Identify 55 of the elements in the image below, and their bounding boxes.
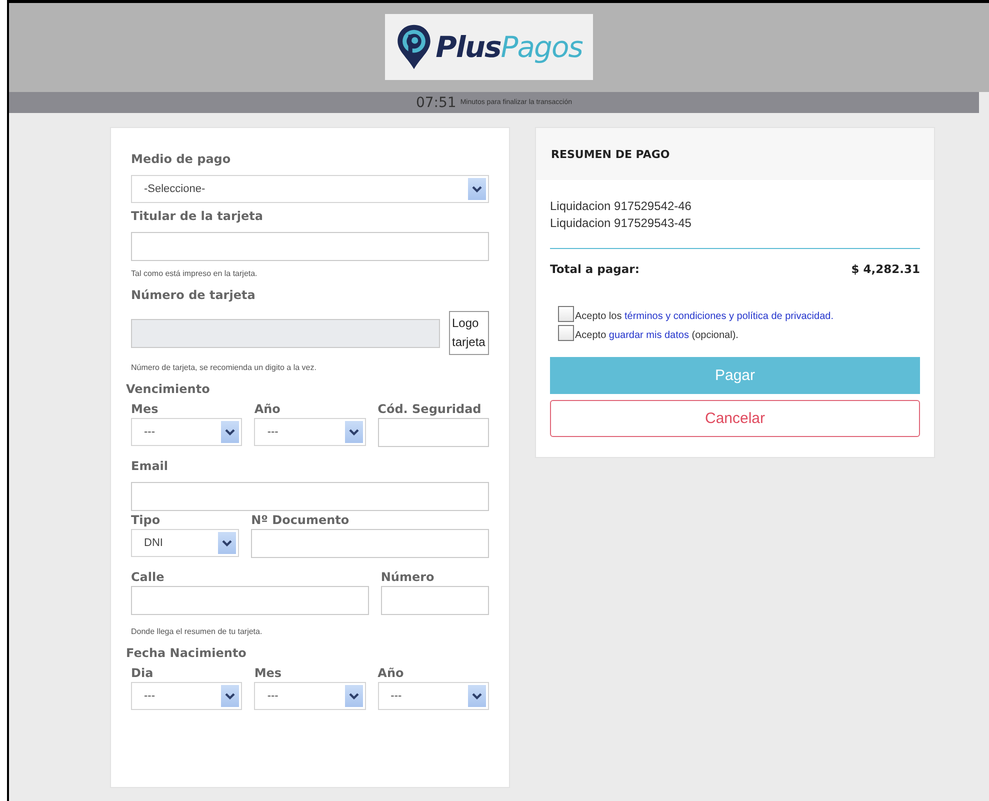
field-label: Mes bbox=[131, 402, 160, 416]
field-label: Calle bbox=[131, 570, 166, 584]
chevron-icon bbox=[224, 691, 236, 701]
field-label: Tipo bbox=[131, 513, 162, 527]
section-heading: Fecha Nacimiento bbox=[126, 646, 248, 660]
field-label: Año bbox=[254, 402, 282, 416]
field-label: Número bbox=[380, 570, 436, 584]
field-hint: Tal como está impreso en la tarjeta. bbox=[131, 269, 258, 278]
field-label: Medio de pago bbox=[131, 152, 232, 166]
field-label: Nº Documento bbox=[251, 513, 350, 527]
total-amount: $ 4,282.31 bbox=[851, 262, 920, 276]
chevron-icon bbox=[348, 691, 360, 701]
cancel-button[interactable]: Cancelar bbox=[550, 400, 920, 437]
section-heading: Vencimiento bbox=[126, 382, 211, 396]
timer: 07:51 bbox=[416, 94, 456, 110]
line-item: Liquidacion 917529542-46 bbox=[550, 198, 692, 215]
consent-text: Acepto guardar mis datos (opcional). bbox=[575, 330, 738, 341]
field-label: Año bbox=[378, 666, 405, 680]
summary-title: RESUMEN DE PAGO bbox=[551, 148, 670, 160]
consent-text: Acepto los términos y condiciones y política de privacidad. bbox=[575, 311, 834, 322]
input-field[interactable] bbox=[251, 529, 489, 558]
select-field[interactable]: --- bbox=[378, 682, 489, 710]
line-item: Liquidacion 917529543-45 bbox=[550, 215, 692, 232]
chevron-icon bbox=[348, 427, 360, 437]
field-label: Mes bbox=[254, 666, 283, 680]
checkbox[interactable] bbox=[558, 325, 574, 341]
select-field[interactable]: --- bbox=[254, 418, 366, 446]
field-label: Titular de la tarjeta bbox=[131, 209, 264, 223]
pin-icon bbox=[396, 23, 432, 71]
field-label: Número de tarjeta bbox=[131, 288, 256, 302]
field-hint: Número de tarjeta, se recomienda un digito a la vez. bbox=[131, 363, 318, 372]
select-field[interactable]: --- bbox=[131, 682, 242, 710]
chevron-icon bbox=[224, 427, 236, 437]
select-field[interactable]: --- bbox=[254, 682, 366, 710]
input-field[interactable] bbox=[380, 586, 489, 615]
link[interactable]: términos y condiciones y política de privacidad. bbox=[624, 311, 834, 322]
input-field[interactable] bbox=[131, 482, 489, 511]
field-hint: Donde llega el resumen de tu tarjeta. bbox=[131, 627, 264, 636]
field-label: Dia bbox=[131, 666, 154, 680]
field-label: Email bbox=[131, 459, 170, 473]
total-label: Total a pagar: bbox=[550, 262, 640, 276]
select-field[interactable]: --- bbox=[131, 418, 242, 446]
select-field[interactable]: DNI bbox=[131, 529, 240, 557]
input-field[interactable] bbox=[131, 232, 489, 261]
logo-text: PlusPagos bbox=[436, 30, 582, 64]
alt-text: Logo tarjeta bbox=[452, 316, 486, 349]
link[interactable]: guardar mis datos bbox=[608, 330, 689, 341]
field-label: Cód. Seguridad bbox=[378, 402, 482, 416]
input-field[interactable] bbox=[131, 586, 369, 615]
chevron-icon bbox=[470, 691, 483, 701]
select-field[interactable]: -Seleccione- bbox=[131, 175, 489, 203]
input-field[interactable] bbox=[378, 418, 489, 447]
checkbox[interactable] bbox=[558, 306, 574, 322]
chevron-icon bbox=[221, 538, 234, 548]
chevron-icon bbox=[471, 184, 483, 194]
